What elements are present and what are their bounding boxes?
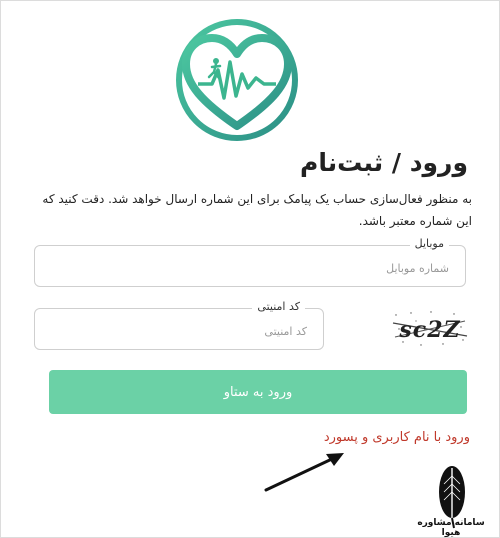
mobile-field[interactable]: موبایل bbox=[34, 237, 466, 287]
heart-pulse-logo-icon bbox=[176, 19, 298, 141]
mobile-field-label: موبایل bbox=[409, 237, 449, 250]
page-title: ورود / ثبت‌نام bbox=[300, 148, 468, 177]
security-code-label: کد امنیتی bbox=[252, 300, 305, 313]
arrow-pointer-icon bbox=[264, 453, 344, 492]
username-password-login-link[interactable]: ورود با نام کاربری و پسورد bbox=[324, 430, 470, 445]
mobile-input[interactable] bbox=[45, 256, 451, 280]
captcha-text: sc2Z bbox=[398, 317, 460, 343]
watermark-text: سامانه مشاوره هیوا bbox=[417, 518, 485, 538]
login-button[interactable]: ورود به ستاو bbox=[49, 370, 467, 414]
security-code-input[interactable] bbox=[45, 319, 309, 343]
captcha-image[interactable]: sc2Z bbox=[391, 309, 469, 349]
page-description: به منظور فعال‌سازی حساب یک پیامک برای ای… bbox=[42, 192, 472, 228]
security-code-field[interactable]: کد امنیتی bbox=[34, 300, 324, 350]
